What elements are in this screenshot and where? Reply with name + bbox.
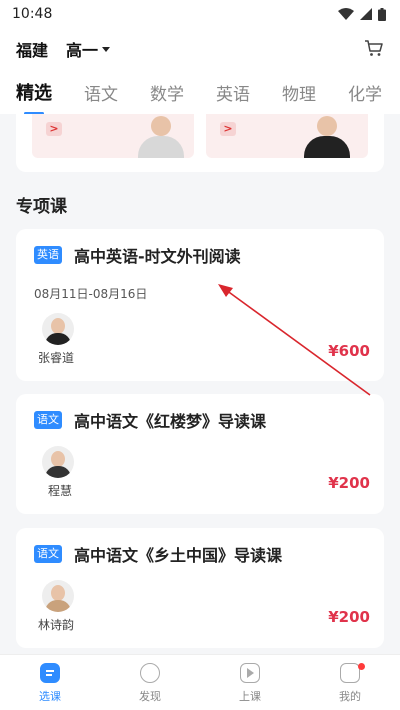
teacher-name: 林诗韵 bbox=[38, 618, 75, 632]
status-icons bbox=[338, 7, 386, 21]
status-time: 10:48 bbox=[12, 6, 53, 22]
tab-physics[interactable]: 物理 bbox=[282, 80, 316, 105]
cart-icon[interactable] bbox=[364, 38, 384, 58]
teacher-banner: > > bbox=[16, 114, 384, 172]
course-card[interactable]: 语文 高中语文《红楼梦》导读课 程慧 ¥200 bbox=[16, 394, 384, 514]
grade-selector[interactable]: 高一 bbox=[66, 37, 111, 61]
region-selector[interactable]: 福建 bbox=[16, 37, 48, 61]
teacher-photo bbox=[134, 114, 188, 158]
teacher-avatar bbox=[42, 313, 74, 345]
tab-featured[interactable]: 精选 bbox=[16, 79, 52, 115]
play-icon bbox=[240, 663, 260, 683]
course-price: ¥600 bbox=[328, 342, 370, 360]
course-list-icon bbox=[40, 663, 60, 683]
course-title: 高中英语-时文外刊阅读 bbox=[74, 247, 241, 266]
section-title: 专项课 bbox=[16, 197, 67, 217]
subject-tag: 语文 bbox=[34, 545, 62, 563]
course-card[interactable]: 英语 高中英语-时文外刊阅读 08月11日-08月16日 张睿道 ¥600 bbox=[16, 229, 384, 381]
teacher-avatar bbox=[42, 580, 74, 612]
teacher-avatar bbox=[42, 446, 74, 478]
teacher-name: 张睿道 bbox=[38, 351, 75, 365]
nav-class[interactable]: 上课 bbox=[200, 655, 300, 710]
bottom-nav: 选课 发现 上课 我的 bbox=[0, 654, 400, 710]
nav-label: 我的 bbox=[339, 690, 361, 703]
status-bar: 10:48 bbox=[0, 0, 400, 28]
course-price: ¥200 bbox=[328, 608, 370, 626]
course-date: 08月11日-08月16日 bbox=[34, 287, 148, 301]
subject-tag: 英语 bbox=[34, 246, 62, 264]
nav-label: 上课 bbox=[239, 690, 261, 703]
nav-select-course[interactable]: 选课 bbox=[0, 655, 100, 710]
grade-label: 高一 bbox=[66, 41, 99, 60]
tab-english[interactable]: 英语 bbox=[216, 80, 250, 105]
compass-icon bbox=[140, 663, 160, 683]
header: 福建 高一 bbox=[0, 28, 400, 70]
course-title: 高中语文《乡土中国》导读课 bbox=[74, 546, 283, 565]
subject-tabs: 精选 语文 数学 英语 物理 化学 bbox=[0, 70, 400, 115]
wifi-icon bbox=[338, 8, 354, 20]
signal-icon bbox=[360, 8, 372, 20]
nav-label: 选课 bbox=[39, 690, 61, 703]
nav-mine[interactable]: 我的 bbox=[300, 655, 400, 710]
nav-label: 发现 bbox=[139, 690, 161, 703]
chevron-right-icon: > bbox=[46, 122, 62, 136]
profile-icon bbox=[340, 663, 360, 683]
banner-card[interactable]: > bbox=[32, 114, 194, 158]
battery-icon bbox=[378, 7, 386, 21]
course-title: 高中语文《红楼梦》导读课 bbox=[74, 412, 267, 431]
tab-chemistry[interactable]: 化学 bbox=[348, 80, 382, 105]
notification-dot bbox=[358, 663, 365, 670]
teacher-photo bbox=[300, 114, 354, 158]
course-price: ¥200 bbox=[328, 474, 370, 492]
caret-down-icon bbox=[102, 46, 111, 52]
course-card[interactable]: 语文 高中语文《乡土中国》导读课 林诗韵 ¥200 bbox=[16, 528, 384, 648]
banner-card[interactable]: > bbox=[206, 114, 368, 158]
tab-math[interactable]: 数学 bbox=[150, 80, 184, 105]
subject-tag: 语文 bbox=[34, 411, 62, 429]
teacher-name: 程慧 bbox=[48, 484, 73, 498]
nav-discover[interactable]: 发现 bbox=[100, 655, 200, 710]
chevron-right-icon: > bbox=[220, 122, 236, 136]
tab-chinese[interactable]: 语文 bbox=[84, 80, 118, 105]
